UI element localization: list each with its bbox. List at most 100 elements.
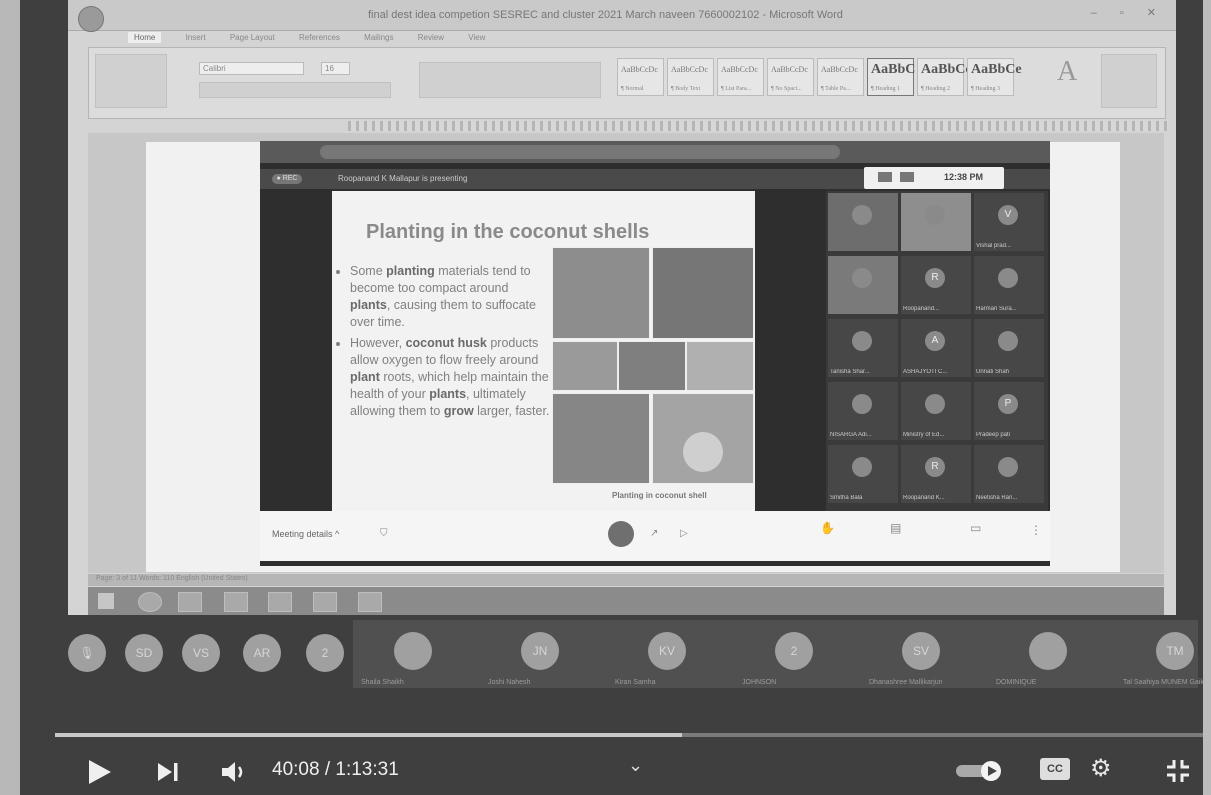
tab-references[interactable]: References bbox=[299, 33, 340, 42]
participant-tile[interactable]: Ministry of Ed... bbox=[901, 382, 971, 440]
exit-fullscreen-icon[interactable] bbox=[1165, 758, 1191, 789]
tab-page-layout[interactable]: Page Layout bbox=[230, 33, 275, 42]
participant-tile[interactable]: Neetisha Ran... bbox=[974, 445, 1044, 503]
photo-plants-3 bbox=[552, 341, 618, 391]
font-name-box[interactable]: Calibri bbox=[199, 62, 304, 75]
more-options-icon[interactable]: ⋮ bbox=[1030, 523, 1042, 537]
skype-icon[interactable] bbox=[268, 592, 292, 612]
status-text: Page: 3 of 11 Words: 110 English (United… bbox=[96, 575, 248, 582]
address-bar bbox=[320, 145, 840, 159]
participant-name: Roopanand... bbox=[903, 306, 940, 312]
explorer-icon[interactable] bbox=[178, 592, 202, 612]
style-table-paragraph[interactable]: AaBbCcDc ¶ Table Pa... bbox=[817, 58, 864, 96]
tab-mailings[interactable]: Mailings bbox=[364, 33, 393, 42]
word-titlebar: final dest idea competion SESREC and clu… bbox=[68, 0, 1176, 32]
windows-taskbar bbox=[88, 587, 1164, 615]
participant-tile[interactable]: Smitha Bala bbox=[828, 445, 898, 503]
play-button[interactable] bbox=[85, 758, 113, 791]
ie-icon[interactable] bbox=[138, 592, 162, 612]
participant-tile[interactable]: R Roopanand K... bbox=[901, 445, 971, 503]
strip-participant[interactable]: JN Joshi Nahesh bbox=[480, 620, 600, 688]
participant-tile[interactable]: V Vishal prad... bbox=[974, 193, 1044, 251]
strip-participant-avatar bbox=[1029, 632, 1067, 670]
strip-participant[interactable]: SV Dhanashree Mallikarjun bbox=[861, 620, 981, 688]
captions-icon[interactable]: ▤ bbox=[890, 521, 901, 535]
office-icon[interactable] bbox=[224, 592, 248, 612]
participant-avatar bbox=[998, 457, 1018, 477]
participant-tile[interactable] bbox=[828, 193, 898, 251]
photo-plants-2 bbox=[652, 247, 754, 339]
strip-participant-name: Kiran Samha bbox=[615, 679, 656, 686]
slide-body: Some planting materials tend to become t… bbox=[338, 263, 552, 424]
autoplay-toggle[interactable] bbox=[956, 760, 1004, 781]
share-icon[interactable]: ↗ bbox=[650, 528, 658, 539]
participant-avatar: R bbox=[925, 457, 945, 477]
start-button[interactable] bbox=[98, 593, 114, 609]
hangup-button[interactable] bbox=[608, 521, 634, 547]
styles-gallery: AaBbCcDc ¶ Normal AaBbCcDc ¶ Body Text AaBbC… bbox=[617, 58, 1022, 96]
settings-gear-icon[interactable]: ⚙ bbox=[1090, 757, 1112, 781]
strip-participant-name: Dhanashree Mallikarjun bbox=[869, 679, 943, 686]
style-heading-3[interactable]: AaBbCe ¶ Heading 3 bbox=[967, 58, 1022, 96]
ribbon: Calibri 16 AaBbCcDc ¶ Normal AaBbCcDc ¶ Bod… bbox=[88, 47, 1166, 119]
participant-tile[interactable]: R Roopanand... bbox=[901, 256, 971, 314]
participant-grid: V Vishal prad... R Roopanand... Harman Sura.… bbox=[826, 191, 1048, 511]
strip-avatar: SD bbox=[125, 634, 163, 672]
raise-hand-icon[interactable]: ✋ bbox=[820, 521, 835, 535]
font-size-box[interactable]: 16 bbox=[321, 62, 350, 75]
meeting-details[interactable]: Meeting details ^ bbox=[272, 529, 339, 539]
participant-tile[interactable]: Harman Sura... bbox=[974, 256, 1044, 314]
participant-name: Roopanand K... bbox=[903, 495, 945, 501]
style-no-spacing[interactable]: AaBbCcDc ¶ No Spaci... bbox=[767, 58, 814, 96]
ribbon-tabs: Home Insert Page Layout References Maili… bbox=[128, 32, 507, 45]
people-icon bbox=[878, 172, 892, 182]
participant-tile[interactable]: A ASHAJYOTI C... bbox=[901, 319, 971, 377]
tab-view[interactable]: View bbox=[468, 33, 485, 42]
style-heading-2[interactable]: AaBbCc ¶ Heading 2 bbox=[917, 58, 972, 96]
participant-avatar: A bbox=[925, 331, 945, 351]
shield-icon[interactable]: ⛉ bbox=[380, 528, 388, 539]
participant-tile[interactable] bbox=[828, 256, 898, 314]
font-format-buttons[interactable] bbox=[199, 82, 391, 98]
window-controls[interactable]: – ▫ ✕ bbox=[1091, 6, 1166, 19]
strip-participant[interactable]: 2 JOHNSON bbox=[734, 620, 854, 688]
strip-participant[interactable]: DOMINIQUE bbox=[988, 620, 1108, 688]
participant-tile[interactable]: NISARGA Adi... bbox=[828, 382, 898, 440]
participant-avatar bbox=[852, 268, 872, 288]
word-icon[interactable] bbox=[313, 592, 337, 612]
camera-icon[interactable]: ▷ bbox=[680, 528, 688, 539]
participant-name: Ministry of Ed... bbox=[903, 432, 945, 438]
captions-button[interactable]: CC bbox=[1040, 758, 1070, 780]
strip-participant[interactable]: KV Kiran Samha bbox=[607, 620, 727, 688]
next-button[interactable] bbox=[155, 758, 181, 791]
volume-button[interactable] bbox=[220, 758, 250, 791]
photo-plants-4 bbox=[618, 341, 686, 391]
style-normal[interactable]: AaBbCcDc ¶ Normal bbox=[617, 58, 664, 96]
tab-review[interactable]: Review bbox=[418, 33, 444, 42]
video-player[interactable]: final dest idea competion SESREC and clu… bbox=[20, 0, 1203, 795]
clipboard-group[interactable] bbox=[95, 54, 167, 108]
strip-participant[interactable]: TM Tal Saahiya MUNEM Gaikh bbox=[1115, 620, 1203, 688]
tab-home[interactable]: Home bbox=[128, 32, 162, 43]
participant-tile[interactable] bbox=[901, 193, 971, 251]
document-icon[interactable] bbox=[358, 592, 382, 612]
tab-insert[interactable]: Insert bbox=[186, 33, 206, 42]
participant-tile[interactable]: Tanisha Shar... bbox=[828, 319, 898, 377]
present-icon[interactable]: ▭ bbox=[970, 521, 981, 535]
paragraph-group[interactable] bbox=[419, 62, 601, 98]
participant-avatar: R bbox=[925, 268, 945, 288]
strip-participant[interactable]: Shaila Shaikh bbox=[353, 620, 473, 688]
strip-tiles: Shaila Shaikh JN Joshi Nahesh KV Kiran Samha… bbox=[353, 620, 1203, 688]
style-heading-1[interactable]: AaBbC ¶ Heading 1 bbox=[867, 58, 915, 96]
office-button[interactable] bbox=[78, 6, 104, 32]
chevron-down-icon[interactable]: ⌄ bbox=[628, 755, 643, 776]
clock: 12:38 PM bbox=[944, 172, 984, 182]
participant-tile[interactable]: P Pradeep pati bbox=[974, 382, 1044, 440]
style-body-text[interactable]: AaBbCcDc ¶ Body Text bbox=[667, 58, 714, 96]
change-styles-icon[interactable]: A bbox=[1057, 56, 1077, 88]
style-list-paragraph[interactable]: AaBbCcDc ¶ List Para... bbox=[717, 58, 764, 96]
photo-collage bbox=[552, 247, 754, 484]
editing-group[interactable] bbox=[1101, 54, 1157, 108]
meet-screenshot: ● REC Roopanand K Mallapur is presenting… bbox=[260, 141, 1050, 566]
participant-tile[interactable]: Unnati Shah bbox=[974, 319, 1044, 377]
